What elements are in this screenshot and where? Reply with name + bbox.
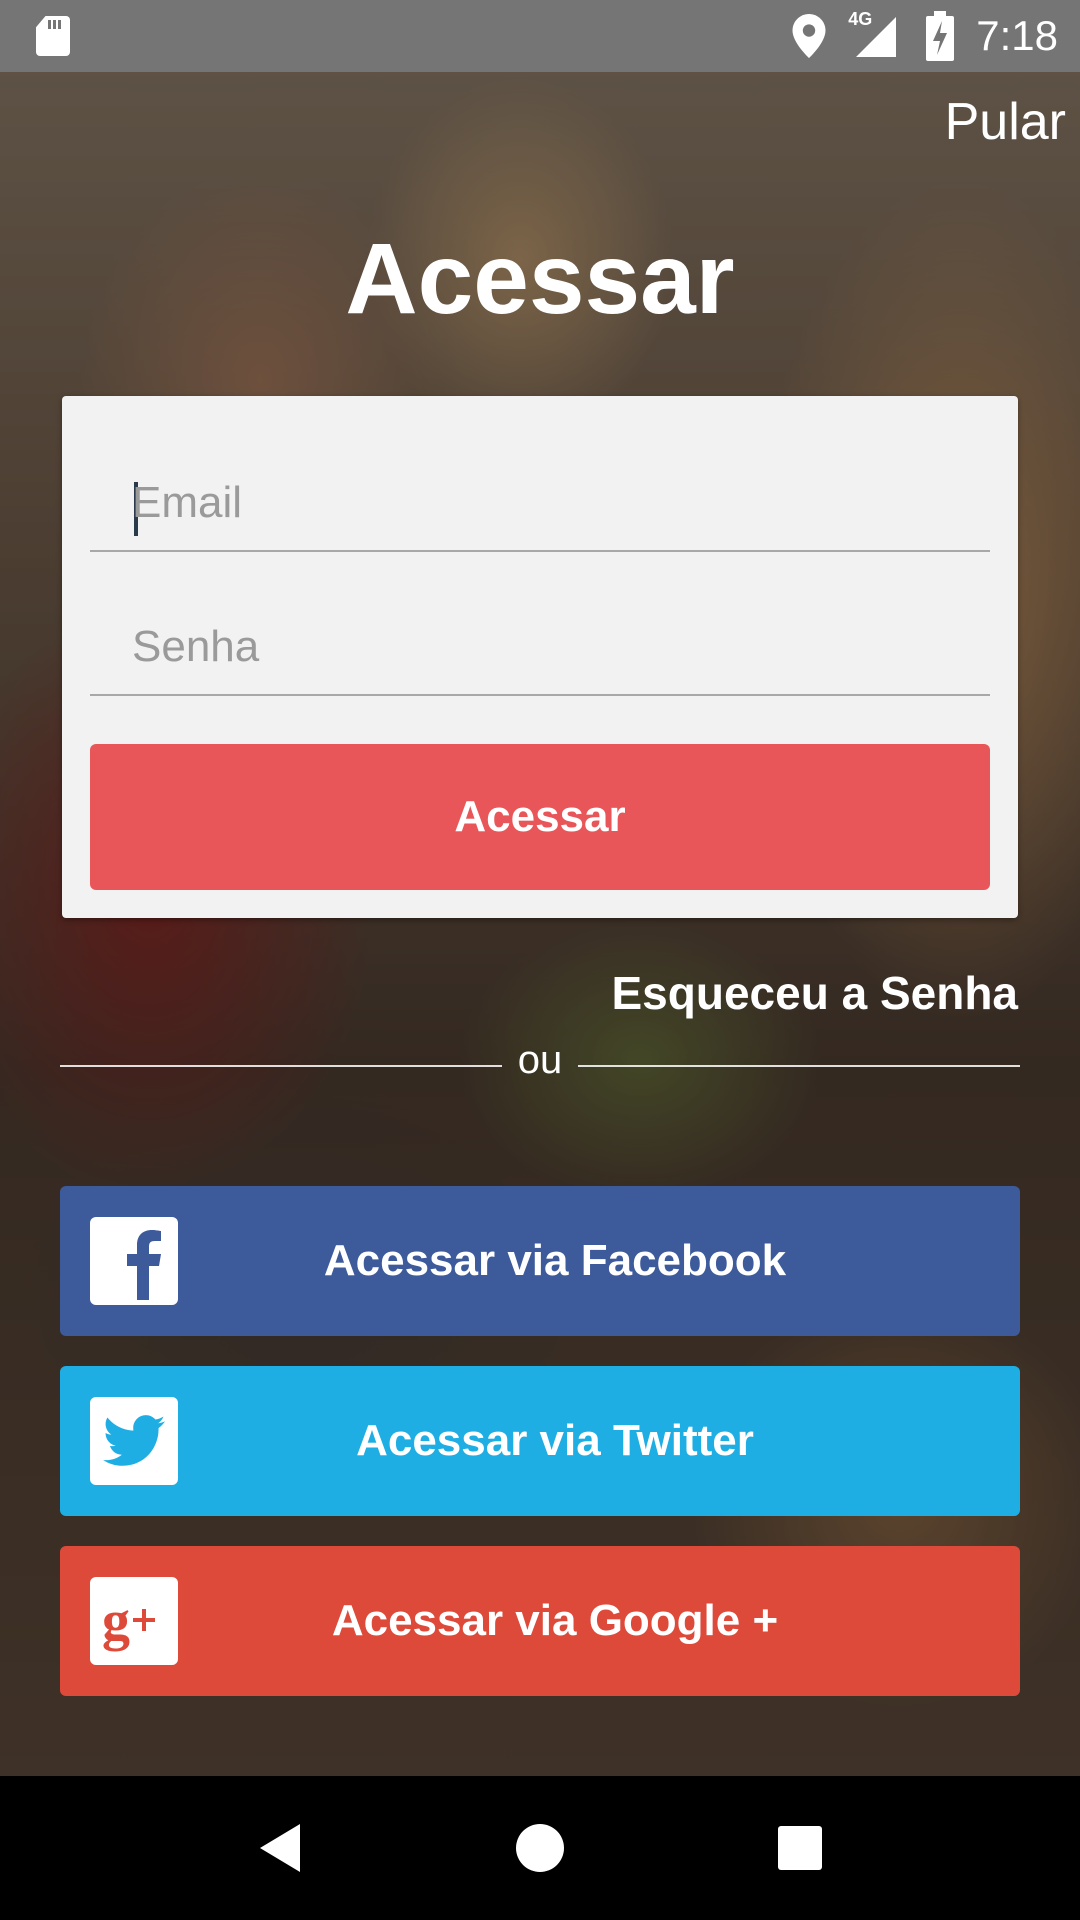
login-button[interactable]: Acessar xyxy=(90,744,990,890)
email-input[interactable] xyxy=(132,468,952,538)
back-icon[interactable] xyxy=(230,1798,330,1898)
facebook-login-button[interactable]: Acessar via Facebook xyxy=(60,1186,1020,1336)
status-bar: 4G 7:18 xyxy=(0,0,1080,72)
signal-icon: 4G xyxy=(848,9,904,61)
facebook-login-label: Acessar via Facebook xyxy=(323,1236,787,1285)
navigation-bar xyxy=(0,1776,1080,1920)
divider-line-left xyxy=(60,1065,502,1067)
svg-text:g: g xyxy=(102,1590,130,1652)
skip-button[interactable]: Pular xyxy=(945,92,1066,152)
home-icon[interactable] xyxy=(490,1798,590,1898)
email-field-container xyxy=(90,432,990,552)
facebook-icon xyxy=(90,1217,178,1305)
twitter-login-label: Acessar via Twitter xyxy=(356,1416,754,1465)
page-title: Acessar xyxy=(345,223,735,335)
divider-line-right xyxy=(578,1065,1020,1067)
forgot-password-link[interactable]: Esqueceu a Senha xyxy=(612,966,1019,1020)
twitter-icon xyxy=(90,1397,178,1485)
password-input[interactable] xyxy=(132,612,952,682)
sd-card-icon xyxy=(36,16,70,56)
login-card: Acessar xyxy=(62,396,1018,918)
location-icon xyxy=(792,14,826,58)
google-plus-icon: g xyxy=(90,1577,178,1665)
google-plus-login-button[interactable]: g Acessar via Google + xyxy=(60,1546,1020,1696)
clock: 7:18 xyxy=(976,12,1058,59)
network-type-label: 4G xyxy=(848,9,873,29)
google-plus-login-label: Acessar via Google + xyxy=(331,1596,779,1645)
divider-label: ou xyxy=(517,1038,563,1082)
twitter-login-button[interactable]: Acessar via Twitter xyxy=(60,1366,1020,1516)
recents-icon[interactable] xyxy=(750,1798,850,1898)
password-field-container xyxy=(90,576,990,696)
battery-charging-icon xyxy=(926,11,955,61)
